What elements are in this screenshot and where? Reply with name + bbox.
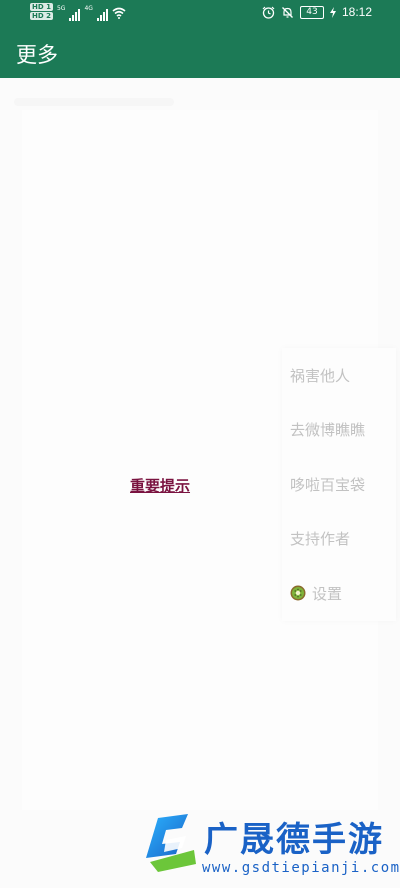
mute-bell-icon bbox=[282, 6, 293, 18]
status-bar: HD 1 HD 2 5G 4G 43 18:12 bbox=[0, 0, 400, 28]
app-bar: 更多 bbox=[0, 28, 400, 78]
page-title: 更多 bbox=[16, 43, 58, 67]
menu-item-settings[interactable]: 设置 bbox=[282, 566, 396, 621]
kiwi-icon bbox=[290, 585, 306, 601]
overflow-menu: 祸害他人 去微博瞧瞧 哆啦百宝袋 支持作者 设置 bbox=[282, 348, 396, 621]
menu-item-label: 去微博瞧瞧 bbox=[290, 421, 366, 440]
watermark-title: 广晟德手游 bbox=[204, 820, 384, 860]
menu-item-harm-others[interactable]: 祸害他人 bbox=[282, 348, 396, 403]
watermark-logo-icon bbox=[146, 814, 196, 872]
menu-item-label: 哆啦百宝袋 bbox=[290, 475, 366, 494]
important-notice-link[interactable]: 重要提示 bbox=[130, 475, 190, 496]
network-type-1: 5G bbox=[56, 5, 66, 12]
network-type-2: 4G bbox=[84, 5, 93, 12]
charging-icon bbox=[329, 6, 336, 18]
watermark-url: www.gsdtiepianji.com bbox=[202, 860, 400, 876]
menu-item-label: 支持作者 bbox=[290, 530, 351, 549]
status-left: HD 1 HD 2 5G 4G bbox=[30, 3, 126, 21]
status-right: 43 18:12 bbox=[262, 5, 372, 19]
hd-2-badge: HD 2 bbox=[30, 12, 53, 20]
menu-item-label: 祸害他人 bbox=[290, 366, 351, 385]
battery-indicator: 43 bbox=[299, 5, 324, 19]
menu-item-label: 设置 bbox=[312, 584, 343, 603]
wifi-icon bbox=[112, 7, 126, 19]
menu-item-doraemon-pocket[interactable]: 哆啦百宝袋 bbox=[282, 457, 396, 512]
signal-icon bbox=[69, 7, 81, 21]
main-content: 重要提示 祸害他人 去微博瞧瞧 哆啦百宝袋 支持作者 设置 bbox=[0, 78, 400, 888]
menu-item-visit-weibo[interactable]: 去微博瞧瞧 bbox=[282, 403, 396, 458]
hd-indicators: HD 1 HD 2 bbox=[30, 3, 53, 20]
watermark: 广晟德手游 www.gsdtiepianji.com bbox=[136, 802, 400, 888]
signal-icon-2 bbox=[96, 7, 108, 21]
menu-item-support-author[interactable]: 支持作者 bbox=[282, 512, 396, 567]
faded-header-placeholder bbox=[14, 98, 174, 106]
alarm-icon bbox=[262, 6, 275, 19]
clock: 18:12 bbox=[341, 5, 372, 19]
hd-1-badge: HD 1 bbox=[30, 3, 53, 11]
